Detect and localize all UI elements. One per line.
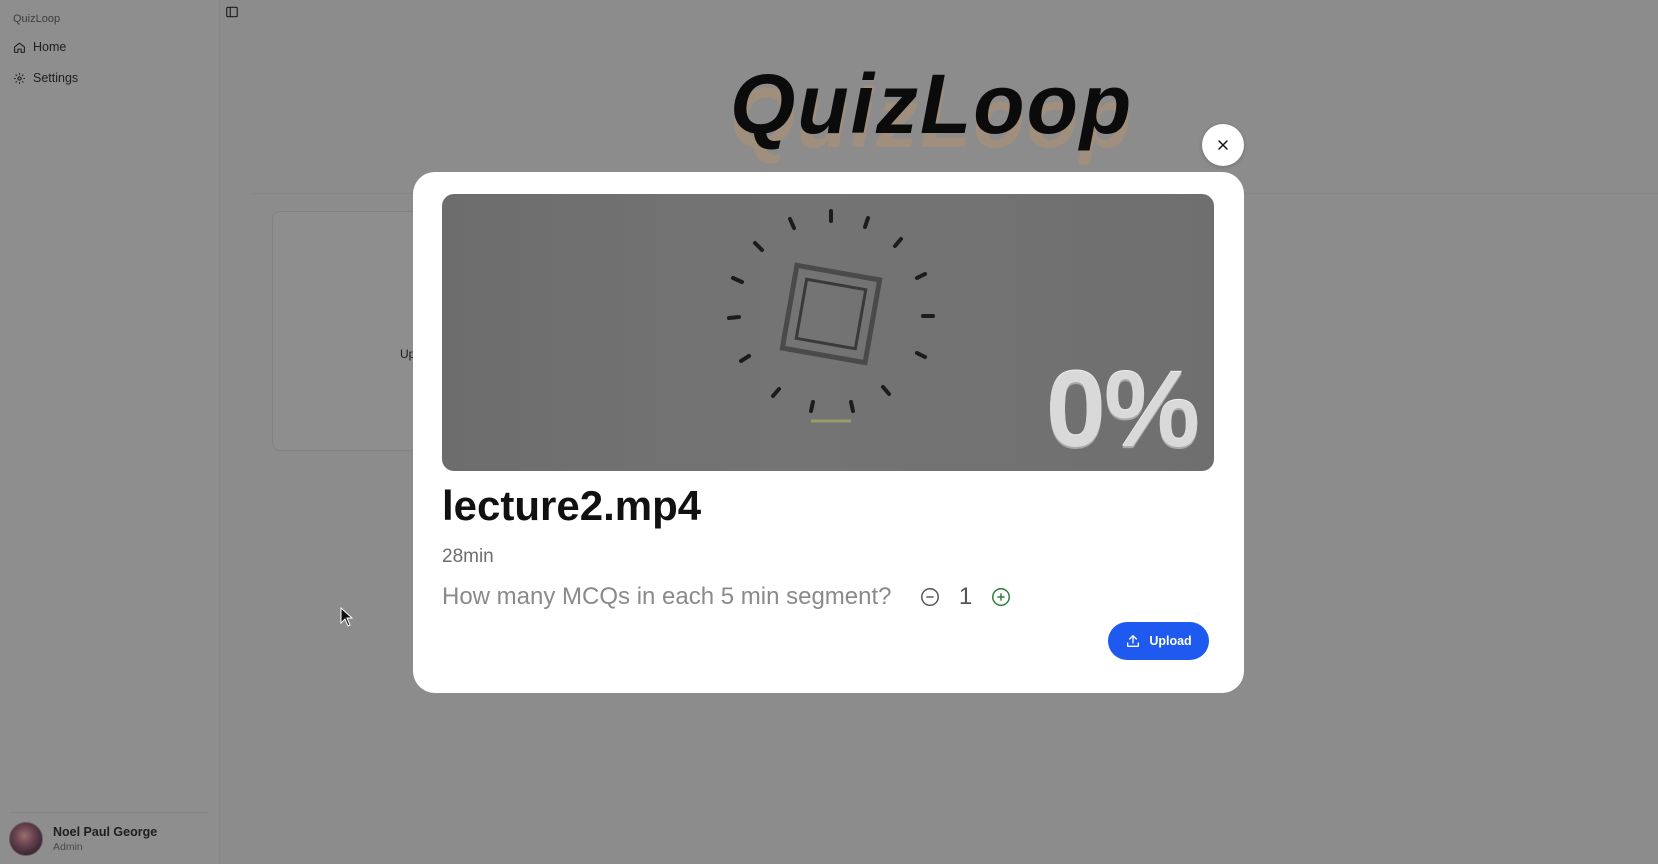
mcq-stepper-row: How many MCQs in each 5 min segment? 1 — [442, 583, 1012, 611]
increment-button[interactable] — [990, 586, 1012, 608]
close-icon — [1218, 140, 1228, 150]
sidebar-brand: QuizLoop — [13, 13, 61, 25]
video-preview: 0% — [442, 194, 1214, 471]
user-profile[interactable]: Noel Paul George Admin — [9, 822, 157, 856]
sidebar-item-home[interactable]: Home — [13, 40, 66, 54]
minus-circle-icon — [920, 588, 939, 606]
file-name: lecture2.mp4 — [442, 482, 702, 529]
sidebar-divider — [10, 812, 208, 813]
upload-button[interactable]: Upload — [1108, 622, 1209, 660]
user-role: Admin — [53, 841, 83, 853]
user-name: Noel Paul George — [53, 825, 158, 839]
sidebar-item-settings[interactable]: Settings — [13, 71, 78, 85]
upload-icon — [1127, 635, 1140, 647]
sidebar-item-label: Settings — [33, 71, 79, 85]
decrement-button[interactable] — [919, 586, 941, 608]
sidebar: QuizLoop Home Settings Noel Paul George … — [0, 0, 220, 864]
gear-icon — [14, 72, 25, 84]
hero-title: QuizLoop — [730, 57, 1134, 151]
avatar — [9, 822, 43, 856]
plus-circle-icon — [991, 588, 1010, 606]
mouse-cursor-icon — [340, 607, 354, 627]
sidebar-item-label: Home — [33, 40, 67, 54]
upload-button-label: Upload — [1149, 634, 1192, 648]
close-button[interactable] — [1202, 124, 1244, 166]
mcq-count-value: 1 — [958, 583, 973, 610]
loading-spinner-icon — [727, 209, 935, 423]
upload-progress-percent: 0% — [1045, 348, 1200, 469]
upload-modal: 0% lecture2.mp4 28min How many MCQs in e… — [413, 172, 1244, 693]
home-icon — [14, 42, 25, 53]
sidebar-toggle-icon[interactable] — [225, 5, 239, 19]
mcq-question-label: How many MCQs in each 5 min segment? — [442, 583, 892, 610]
video-duration: 28min — [442, 546, 494, 567]
